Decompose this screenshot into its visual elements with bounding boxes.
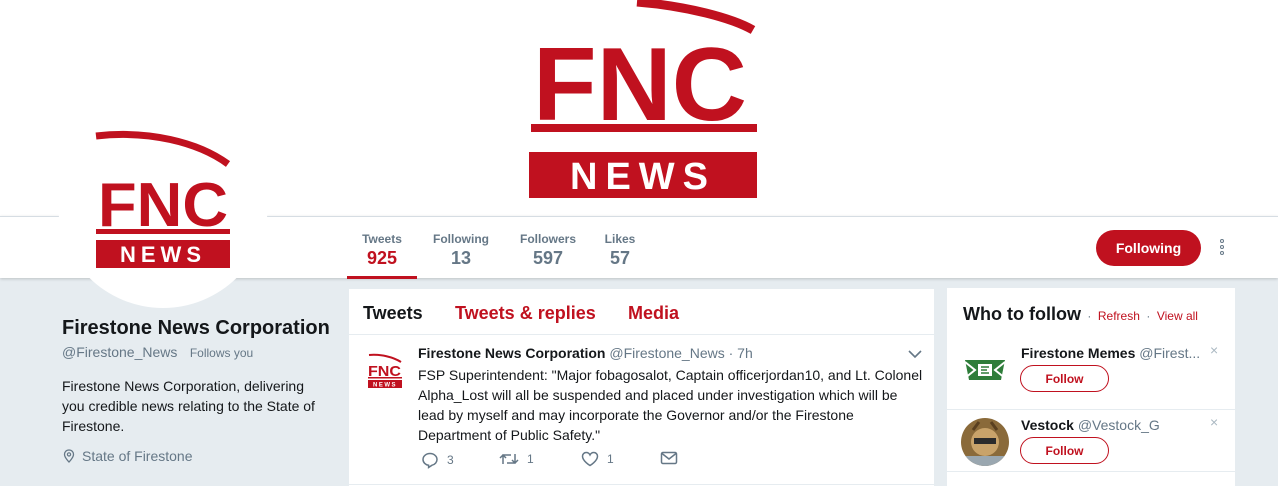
suggestion-name[interactable]: Firestone Memes @Firest... [1021,345,1199,361]
tweet-author-name[interactable]: Firestone News Corporation [418,345,605,361]
retweet-button[interactable]: 1 [499,451,534,467]
svg-text:NEWS: NEWS [373,383,397,389]
timeline-tabs: Tweets Tweets & replies Media [349,289,934,335]
tweet-text: FSP Superintendent: "Major fobagosalot, … [418,367,923,443]
tweet-timestamp[interactable]: · 7h [729,345,753,361]
divider [947,471,1235,472]
firestone-memes-avatar [961,346,1009,394]
direct-message-button[interactable] [660,451,678,465]
timeline: Tweets Tweets & replies Media FNC NEWS F… [348,288,935,486]
stat-tweets-label: Tweets [362,232,402,246]
reply-icon [422,452,438,469]
svg-text:NEWS: NEWS [120,242,206,267]
tweet-header: Firestone News Corporation @Firestone_Ne… [418,345,753,361]
svg-text:NEWS: NEWS [570,156,716,198]
following-button[interactable]: Following [1096,230,1201,266]
heart-icon [581,451,599,467]
suggestion-avatar[interactable] [961,346,1009,394]
profile-bio: Firestone News Corporation, delivering y… [62,378,315,434]
stat-tweets-value: 925 [366,248,398,268]
fnc-tweet-avatar-logo: FNC NEWS [368,353,402,389]
suggestion-item: Firestone Memes @Firest... Follow × [947,338,1235,409]
follow-button[interactable]: Follow [1020,437,1109,464]
stat-likes[interactable]: Likes 57 [598,217,642,279]
stat-followers-value: 597 [532,248,564,268]
tweet-avatar[interactable]: FNC NEWS [361,347,409,395]
retweet-icon [499,453,519,465]
suggestion-avatar[interactable] [961,418,1009,466]
envelope-icon [660,451,678,465]
like-count: 1 [607,452,614,466]
refresh-link[interactable]: Refresh [1098,309,1140,323]
tweet-author-handle[interactable]: @Firestone_News [609,345,724,361]
suggestion-item: Vestock @Vestock_G Follow × [947,409,1235,480]
follow-button[interactable]: Follow [1020,365,1109,392]
location-pin-icon [63,449,75,463]
stat-following[interactable]: Following 13 [424,217,498,279]
profile-location: State of Firestone [62,448,332,464]
tab-media[interactable]: Media [628,303,679,324]
stat-likes-value: 57 [609,248,631,268]
suggestion-name[interactable]: Vestock @Vestock_G [1021,417,1199,433]
view-all-link[interactable]: View all [1157,309,1198,323]
who-to-follow-title: Who to follow [963,304,1081,324]
stat-following-label: Following [433,232,489,246]
location-text: State of Firestone [82,448,193,464]
stat-likes-label: Likes [604,232,636,246]
tab-tweets-replies[interactable]: Tweets & replies [455,303,596,324]
fnc-banner-logo: FNC NEWS [529,0,757,198]
profile-name: Firestone News Corporation [62,317,330,339]
like-button[interactable]: 1 [581,451,614,467]
tab-tweets[interactable]: Tweets [363,303,423,324]
reply-count: 3 [447,453,454,467]
tweet[interactable]: FNC NEWS Firestone News Corporation @Fir… [349,335,934,485]
follows-you-badge: Follows you [189,346,254,360]
reply-button[interactable]: 3 [421,451,454,469]
who-to-follow-header: Who to follow · Refresh · View all [963,304,1198,324]
stat-followers-label: Followers [519,232,576,246]
stat-following-value: 13 [450,248,472,268]
profile-info: Firestone News Corporation @Firestone_Ne… [62,314,332,464]
who-to-follow: Who to follow · Refresh · View all Fires… [947,288,1235,486]
profile-handle[interactable]: @Firestone_News [62,344,177,360]
stat-tweets[interactable]: Tweets 925 [347,217,417,279]
close-icon[interactable]: × [1210,414,1218,430]
chevron-down-icon[interactable] [907,347,923,361]
close-icon[interactable]: × [1210,342,1218,358]
stat-followers[interactable]: Followers 597 [512,217,584,279]
retweet-count: 1 [527,452,534,466]
more-vertical-icon[interactable] [1214,237,1230,259]
fnc-avatar-logo: FNC NEWS [95,130,231,268]
profile-avatar[interactable]: FNC NEWS [58,98,268,308]
vestock-avatar [961,418,1009,466]
